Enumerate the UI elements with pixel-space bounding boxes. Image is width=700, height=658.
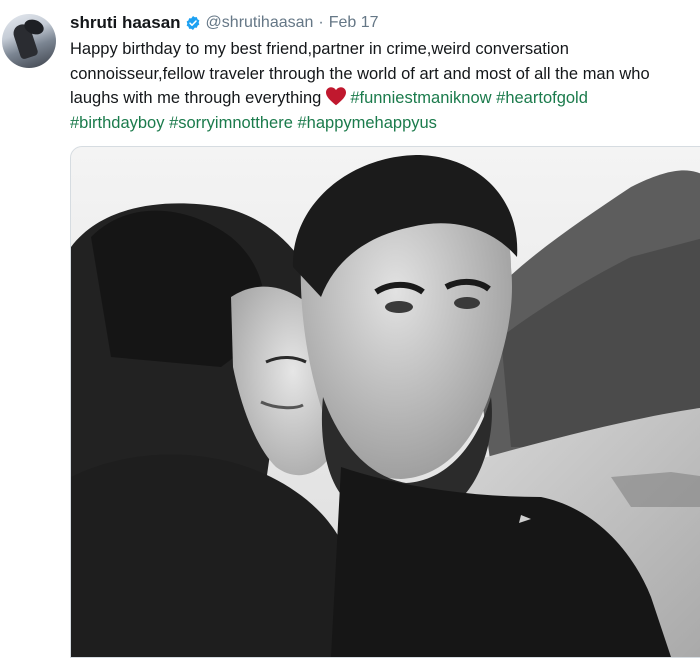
tweet-text: Happy birthday to my best friend,partner…	[70, 37, 700, 135]
verified-badge-icon	[186, 16, 199, 30]
heart-icon	[326, 87, 347, 106]
tweet-text-line-2: connoisseur,fellow traveler through the …	[70, 64, 650, 83]
author-avatar[interactable]	[2, 14, 56, 68]
hashtag-link[interactable]: #funniestmaniknow	[350, 89, 491, 107]
meta-separator: ·	[318, 14, 324, 31]
tweet-header: shruti haasan @shrutihaasan · Feb 17	[70, 12, 379, 34]
photo-image	[71, 147, 700, 657]
author-handle[interactable]: @shrutihaasan	[206, 14, 314, 32]
tweet-date[interactable]: Feb 17	[329, 14, 379, 32]
tweet-text-line-3: laughs with me through everything #funnie…	[70, 86, 700, 111]
tweet-text-line-3-prefix: laughs with me through everything	[70, 89, 322, 108]
author-name[interactable]: shruti haasan	[70, 13, 181, 33]
hashtag-link[interactable]: #birthdayboy	[70, 114, 164, 132]
tweet-text-line-1: Happy birthday to my best friend,partner…	[70, 40, 569, 58]
hashtag-link[interactable]: #heartofgold	[496, 89, 588, 107]
hashtag-link[interactable]: #happymehappyus	[297, 114, 436, 132]
hashtag-link[interactable]: #sorryimnotthere	[169, 114, 293, 132]
tweet-photo[interactable]	[70, 146, 700, 658]
tweet-text-line-4: #birthdayboy #sorryimnotthere #happymeha…	[70, 111, 700, 136]
